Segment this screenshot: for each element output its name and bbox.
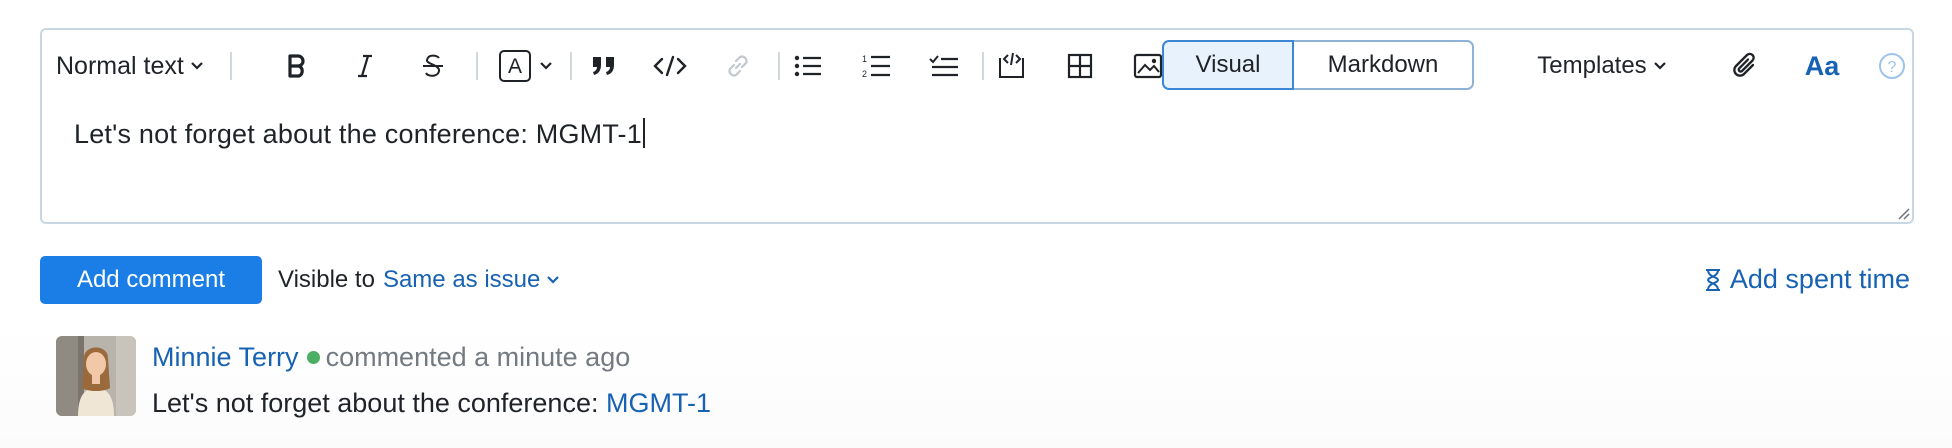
editor-text: Let's not forget about the conference: M… [74,119,642,149]
comment-item: Minnie Terry commented a minute ago Let'… [0,324,1952,448]
code-block-icon [999,52,1024,78]
table-button[interactable] [1054,30,1106,102]
code-icon [653,55,687,77]
link-icon [728,55,748,77]
svg-text:2: 2 [862,69,867,79]
resize-handle-icon[interactable] [1896,206,1910,220]
hourglass-icon [1705,268,1720,291]
mode-markdown-button[interactable]: Markdown [1292,40,1474,90]
mode-visual-button[interactable]: Visual [1162,40,1294,90]
text-format-label: Normal text [56,51,184,80]
svg-text:?: ? [1888,59,1897,76]
add-comment-button[interactable]: Add comment [40,256,262,304]
editor-toolbar: Normal text A 1 2 Visual Markdown Templa… [42,30,1912,102]
strikethrough-button[interactable] [410,30,456,102]
text-style-button[interactable]: Aa [1798,30,1846,102]
online-status-indicator [306,351,320,364]
editor-content[interactable]: Let's not forget about the conference: M… [74,118,645,150]
bulleted-list-icon [794,55,821,77]
avatar-photo [56,336,136,416]
chevron-down-icon [191,62,203,70]
table-icon [1067,53,1093,79]
checklist-icon [929,55,958,77]
help-icon: ? [1879,53,1905,79]
italic-button[interactable] [342,30,388,102]
bold-icon [288,54,305,78]
svg-text:1: 1 [862,54,867,64]
templates-dropdown[interactable]: Templates [1522,30,1682,102]
italic-icon [358,54,372,78]
numbered-list-icon: 12 [862,54,890,79]
numbered-list-button[interactable]: 12 [850,30,902,102]
quote-icon [593,57,614,75]
toolbar-divider [570,52,572,80]
toolbar-divider [982,52,984,80]
comment-text: Let's not forget about the conference: M… [152,388,711,418]
add-spent-time-button[interactable]: Add spent time [1704,264,1910,295]
strikethrough-icon [423,54,443,77]
bulleted-list-button[interactable] [782,30,834,102]
text-color-dropdown[interactable]: A [494,30,558,102]
bold-button[interactable] [274,30,320,102]
quote-button[interactable] [578,30,630,102]
templates-label: Templates [1537,52,1647,79]
visibility-label: Visible to [278,266,375,293]
comment-meta: commented a minute ago [325,342,631,372]
toolbar-divider [778,52,780,80]
help-button[interactable]: ? [1872,30,1912,102]
text-color-icon: A [499,50,531,82]
image-icon [1133,53,1163,79]
chevron-down-icon [540,62,552,70]
checklist-button[interactable] [918,30,970,102]
paperclip-icon [1733,52,1755,77]
link-button[interactable] [712,30,764,102]
author-name[interactable]: Minnie Terry [152,342,299,373]
text-caret [642,118,645,148]
chevron-down-icon [547,276,560,284]
comment-editor: Normal text A 1 2 Visual Markdown Templa… [40,28,1914,224]
editor-mode-toggle: Visual Markdown [1162,40,1474,90]
toolbar-divider [476,52,478,80]
visibility-setting: Visible to Same as issue [278,266,560,294]
comment-header: Minnie Terry commented a minute ago [152,342,630,373]
code-block-button[interactable] [986,30,1038,102]
chevron-down-icon [1653,62,1666,70]
avatar[interactable] [56,336,136,416]
text-format-dropdown[interactable]: Normal text [56,30,216,102]
code-button[interactable] [644,30,696,102]
attach-file-button[interactable] [1722,30,1770,102]
toolbar-divider [230,52,232,80]
issue-link[interactable]: MGMT-1 [606,388,711,418]
visibility-dropdown[interactable]: Same as issue [383,266,560,294]
